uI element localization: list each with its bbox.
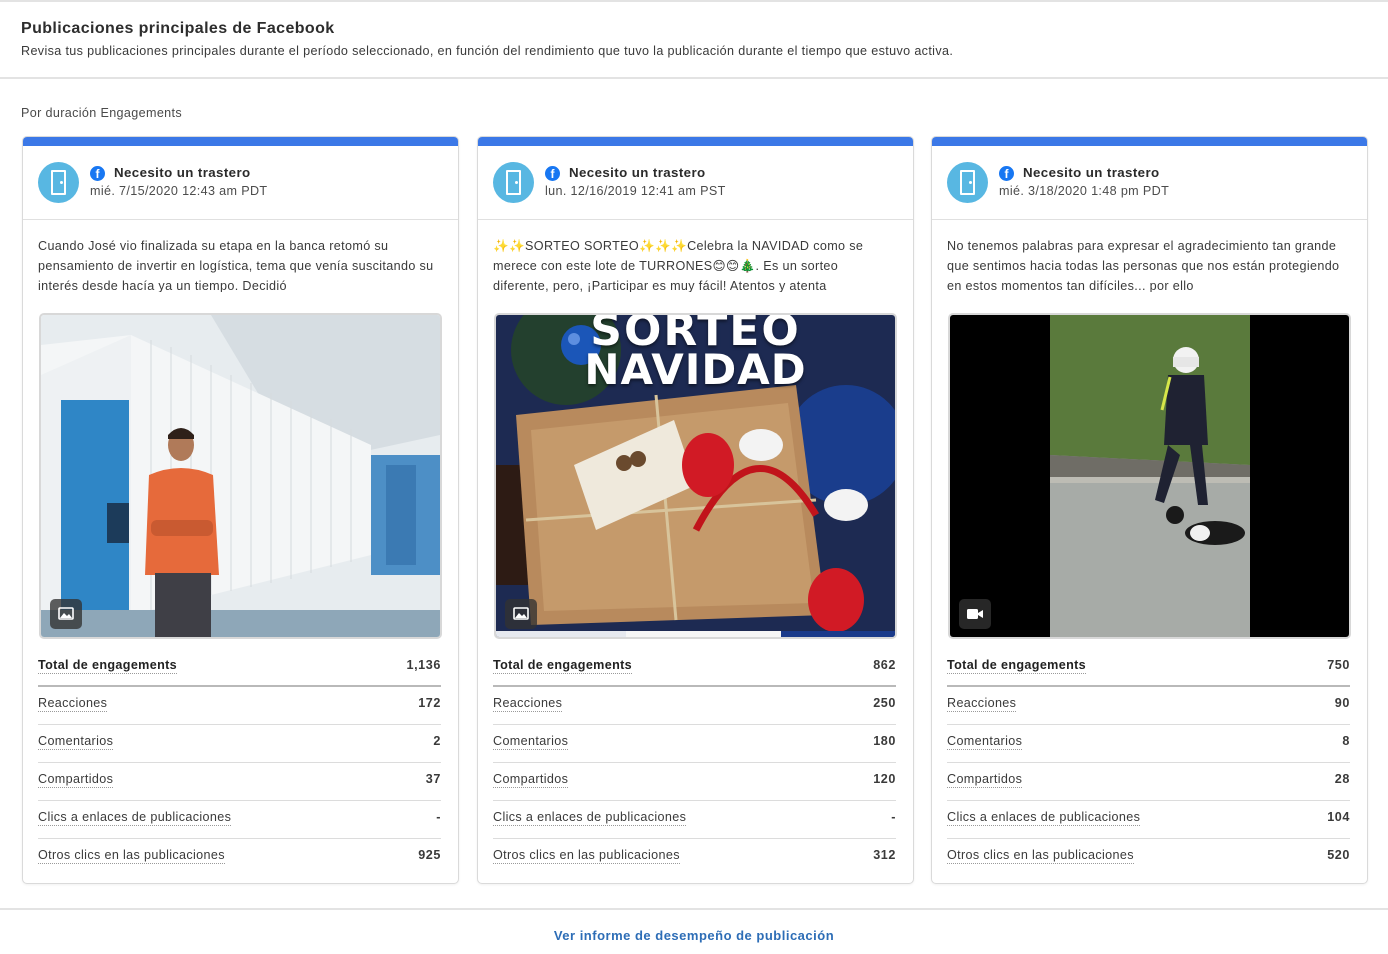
avatar bbox=[947, 162, 988, 203]
stat-link-clicks: Clics a enlaces de publicaciones - bbox=[38, 801, 441, 839]
avatar bbox=[493, 162, 534, 203]
stat-link-clicks: Clics a enlaces de publicaciones - bbox=[493, 801, 896, 839]
stat-shares: Compartidos 37 bbox=[38, 763, 441, 801]
post-card-1[interactable]: f Necesito un trastero mié. 7/15/2020 12… bbox=[22, 136, 459, 884]
post-stats: Total de engagements 862 Reacciones 250 Co… bbox=[493, 649, 896, 877]
stat-shares: Compartidos 120 bbox=[493, 763, 896, 801]
stat-reactions: Reacciones 172 bbox=[38, 687, 441, 725]
facebook-icon: f bbox=[90, 166, 105, 181]
post-media[interactable]: SORTEO NAVIDAD bbox=[494, 313, 897, 639]
stat-total-engagements: Total de engagements 1,136 bbox=[38, 649, 441, 687]
section-subtitle: Revisa tus publicaciones principales dur… bbox=[21, 44, 954, 58]
card-header: f Necesito un trastero mié. 3/18/2020 1:… bbox=[932, 146, 1367, 220]
stat-other-clicks: Otros clics en las publicaciones 312 bbox=[493, 848, 896, 864]
image-icon bbox=[50, 599, 82, 629]
bottom-divider bbox=[0, 908, 1388, 910]
card-header: f Necesito un trastero mié. 7/15/2020 12… bbox=[23, 146, 458, 220]
post-text: ✨✨SORTEO SORTEO✨✨✨Celebra la NAVIDAD com… bbox=[493, 236, 893, 292]
stat-shares: Compartidos 28 bbox=[947, 763, 1350, 801]
video-icon bbox=[959, 599, 991, 629]
post-media[interactable] bbox=[39, 313, 442, 639]
sort-label: Por duración Engagements bbox=[21, 106, 183, 120]
card-accent-bar bbox=[23, 137, 458, 146]
stat-total-engagements: Total de engagements 862 bbox=[493, 649, 896, 687]
post-stats: Total de engagements 1,136 Reacciones 172 … bbox=[38, 649, 441, 877]
page-name: Necesito un trastero bbox=[1023, 165, 1160, 180]
post-image bbox=[41, 315, 440, 637]
section-header: Publicaciones principales de Facebook Re… bbox=[0, 2, 1388, 79]
page-name: Necesito un trastero bbox=[569, 165, 706, 180]
post-video-thumbnail bbox=[950, 315, 1349, 637]
stat-reactions: Reacciones 90 bbox=[947, 687, 1350, 725]
image-caption-navidad: NAVIDAD bbox=[584, 345, 807, 394]
stat-comments: Comentarios 2 bbox=[38, 725, 441, 763]
post-card-3[interactable]: f Necesito un trastero mié. 3/18/2020 1:… bbox=[931, 136, 1368, 884]
post-text: No tenemos palabras para expresar el agr… bbox=[947, 236, 1347, 292]
post-date: lun. 12/16/2019 12:41 am PST bbox=[545, 184, 726, 198]
avatar bbox=[38, 162, 79, 203]
stat-reactions: Reacciones 250 bbox=[493, 687, 896, 725]
facebook-icon: f bbox=[999, 166, 1014, 181]
image-icon bbox=[505, 599, 537, 629]
post-text: Cuando José vio finalizada su etapa en l… bbox=[38, 236, 438, 292]
stat-total-engagements: Total de engagements 750 bbox=[947, 649, 1350, 687]
post-stats: Total de engagements 750 Reacciones 90 Com… bbox=[947, 649, 1350, 877]
stat-other-clicks: Otros clics en las publicaciones 520 bbox=[947, 848, 1350, 864]
post-date: mié. 7/15/2020 12:43 am PDT bbox=[90, 184, 268, 198]
facebook-icon: f bbox=[545, 166, 560, 181]
post-date: mié. 3/18/2020 1:48 pm PDT bbox=[999, 184, 1170, 198]
card-header: f Necesito un trastero lun. 12/16/2019 1… bbox=[478, 146, 913, 220]
stat-comments: Comentarios 8 bbox=[947, 725, 1350, 763]
view-post-performance-report-link[interactable]: Ver informe de desempeño de publicación bbox=[0, 928, 1388, 943]
section-title: Publicaciones principales de Facebook bbox=[21, 20, 335, 37]
post-media[interactable] bbox=[948, 313, 1351, 639]
stat-other-clicks: Otros clics en las publicaciones 925 bbox=[38, 848, 441, 864]
card-accent-bar bbox=[478, 137, 913, 146]
post-card-2[interactable]: f Necesito un trastero lun. 12/16/2019 1… bbox=[477, 136, 914, 884]
page-name: Necesito un trastero bbox=[114, 165, 251, 180]
stat-comments: Comentarios 180 bbox=[493, 725, 896, 763]
stat-link-clicks: Clics a enlaces de publicaciones 104 bbox=[947, 801, 1350, 839]
card-accent-bar bbox=[932, 137, 1367, 146]
